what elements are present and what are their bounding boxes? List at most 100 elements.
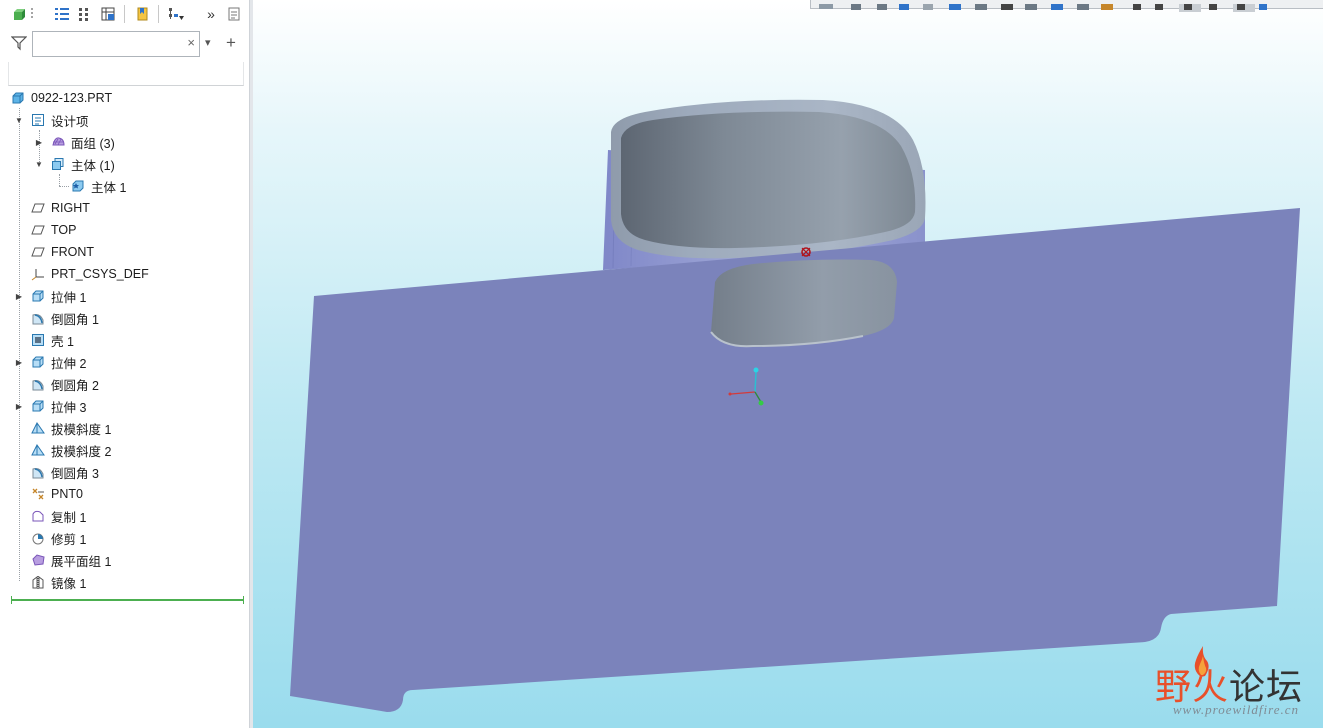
tree-item[interactable]: 修剪 1 [30,527,86,549]
tree-item[interactable]: 展平面组 1 [30,549,111,571]
tree-item-label: 设计项 [51,114,89,129]
watermark-url: www.proewildfire.cn [1172,702,1299,717]
tree-item[interactable]: FRONT [30,241,94,263]
tree-item-label: TOP [51,223,77,237]
tree-item[interactable]: 拉伸 1 [30,285,86,307]
datum-plane-icon [30,222,46,238]
toolbar-separator [158,5,159,23]
tree-connector [59,186,69,187]
tree-item[interactable]: 复制 1 [30,505,86,527]
tree-item[interactable]: 倒圆角 1 [30,307,99,329]
surface-opening [711,259,897,346]
dropdown-arrow-icon[interactable]: ▾ [205,36,211,49]
tree-item-label: 倒圆角 2 [51,378,99,393]
body-icon [70,178,86,194]
tree-item[interactable]: PNT0 [30,483,83,505]
extrude-icon [30,398,46,414]
tree-item[interactable]: 倒圆角 3 [30,461,99,483]
flame-icon [1194,646,1209,677]
quilt-icon [50,134,66,150]
tree-item-label: 展平面组 1 [51,554,112,569]
tree-item-label: 面组 (3) [71,136,115,151]
tree-item[interactable]: 拔模斜度 2 [30,439,111,461]
tree-item-label: PNT0 [51,487,83,501]
layer-tree-icon[interactable] [74,4,94,24]
expand-caret-icon[interactable]: ▶ [14,291,24,301]
tree-root-label: 0922-123.PRT [31,91,113,105]
forum-watermark: 野火论坛 www.proewildfire.cn [1128,646,1303,720]
tree-column-header [8,62,244,86]
clear-icon[interactable]: × [187,35,195,50]
tree-item[interactable]: 主体 1 [70,175,126,197]
design-items-icon [30,112,46,128]
tree-item[interactable]: PRT_CSYS_DEF [30,263,149,285]
model-tree-icon[interactable] [52,4,72,24]
bookmark-icon[interactable] [132,4,152,24]
search-input[interactable] [36,33,180,57]
tree-item[interactable]: TOP [30,219,76,241]
tree-item-label: 拔模斜度 2 [51,444,112,459]
collapse-caret-icon[interactable]: ▼ [34,159,44,169]
tree-item-label: 拉伸 2 [51,356,87,371]
round-icon [30,310,46,326]
tree-item[interactable]: RIGHT [30,197,90,219]
draft-icon [30,420,46,436]
graphics-window[interactable]: 野火论坛 www.proewildfire.cn [253,0,1323,728]
tree-item-label: 拔模斜度 1 [51,422,112,437]
extrude-icon [30,288,46,304]
tree-item-label: 拉伸 1 [51,290,87,305]
expand-caret-icon[interactable]: ▶ [14,357,24,367]
body-cavity [621,111,916,249]
tree-item-label: 复制 1 [51,510,87,525]
expand-caret-icon[interactable]: ▶ [34,137,44,147]
tree-root[interactable]: 0922-123.PRT [10,87,112,109]
copy-icon [30,508,46,524]
model-view[interactable] [253,0,1323,728]
tree-item-label: 主体 1 [91,180,127,195]
tree-item-label: 壳 1 [51,334,74,349]
tree-connector [59,174,60,186]
filter-icon[interactable] [10,35,28,56]
model-tree-toolbar: » [0,0,249,30]
shell-icon [30,332,46,348]
tree-connector [19,108,20,581]
mirror-icon [30,574,46,590]
more-icon[interactable]: » [201,4,221,24]
toolbar-separator [124,5,125,23]
notes-icon[interactable] [224,4,244,24]
tree-item[interactable]: 镜像 1 [30,571,86,593]
draft-icon [30,442,46,458]
tree-item[interactable]: 拉伸 3 [30,395,86,417]
datum-plane-icon [30,200,46,216]
tree-filter-icon[interactable] [166,4,186,24]
table-icon[interactable] [98,4,118,24]
add-icon[interactable]: + [226,33,236,53]
tree-item-label: 倒圆角 1 [51,312,99,327]
model-tree-panel: » × ▾ + 0922-123.PRT ▼ 设计项 ▶ 面组 (3) ▼ 主体… [0,0,249,728]
tree-item[interactable]: 面组 (3) [50,131,115,153]
tree-item-label: 修剪 1 [51,532,87,547]
round-icon [30,376,46,392]
tree-item[interactable]: 拔模斜度 1 [30,417,111,439]
flatten-quilt-icon [30,552,46,568]
datum-point-icon [30,486,46,502]
tree-item[interactable]: 拉伸 2 [30,351,86,373]
expand-caret-icon[interactable]: ▶ [14,401,24,411]
tree-item-label: RIGHT [51,201,90,215]
tree-item-label: 倒圆角 3 [51,466,99,481]
bodies-icon [50,156,66,172]
insert-here-marker[interactable] [11,596,244,604]
trim-icon [30,530,46,546]
tree-item-label: 拉伸 3 [51,400,87,415]
tree-item[interactable]: 倒圆角 2 [30,373,99,395]
settings-icon[interactable] [10,4,30,24]
extrude-icon [30,354,46,370]
collapse-caret-icon[interactable]: ▼ [14,115,24,125]
datum-plane-icon [30,244,46,260]
tree-item[interactable]: 壳 1 [30,329,74,351]
tree-item[interactable]: 主体 (1) [50,153,115,175]
tree-item[interactable]: 设计项 [30,109,89,131]
tree-item-label: PRT_CSYS_DEF [51,267,149,281]
tree-item-label: FRONT [51,245,95,259]
search-box[interactable]: × [32,31,200,57]
